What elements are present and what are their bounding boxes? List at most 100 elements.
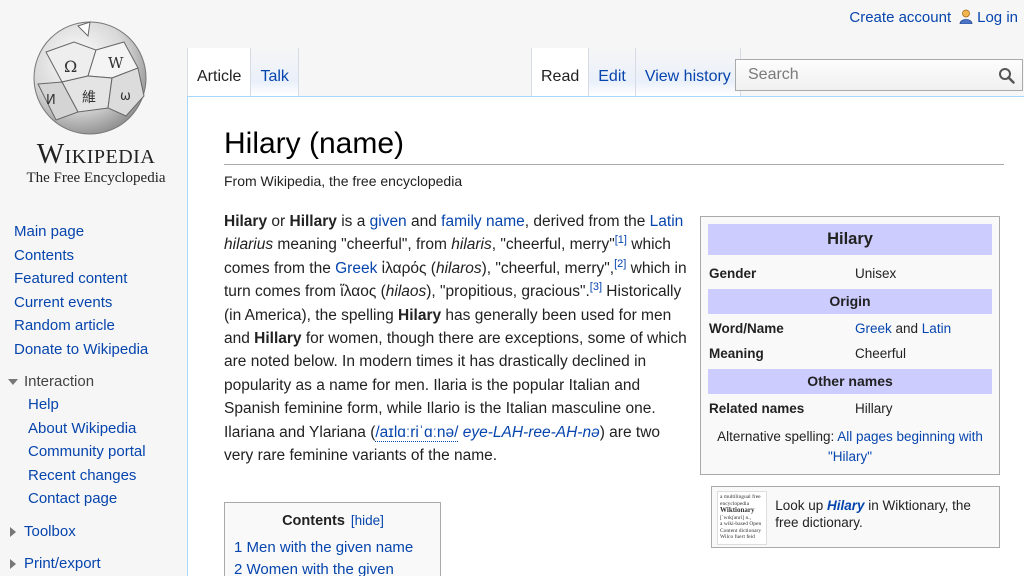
wordmark-tagline: The Free Encyclopedia — [26, 170, 166, 186]
text: ), "cheerful, merry", — [481, 259, 615, 277]
infobox-title: Hilary — [708, 224, 992, 255]
link-given-name[interactable]: given — [370, 213, 407, 230]
tab-view-history[interactable]: View history — [634, 48, 741, 96]
thumb-text: a wiki-based Open Content dictionary — [720, 521, 762, 534]
svg-text:Ω: Ω — [64, 57, 77, 76]
sidebar-item-contents[interactable]: Contents — [14, 247, 74, 264]
svg-text:ω: ω — [120, 89, 131, 104]
sidebar-item-main-page[interactable]: Main page — [14, 223, 84, 240]
sidebar-item-contact-page[interactable]: Contact page — [28, 490, 117, 507]
create-account-link[interactable]: Create account — [849, 9, 951, 26]
search-input[interactable] — [748, 66, 978, 84]
tab-talk[interactable]: Talk — [250, 48, 299, 96]
text: meaning "cheerful", from — [273, 236, 452, 254]
sidebar-item-random-article[interactable]: Random article — [14, 317, 115, 334]
infobox-value: Cheerful — [855, 346, 907, 361]
toc-list: 1 Men with the given name 2 Women with t… — [234, 537, 432, 576]
infobox: Hilary Gender Unisex Origin Word/Name Gr… — [700, 216, 1000, 475]
text: or — [267, 213, 290, 230]
thumb-text: Wiktionary — [720, 506, 755, 514]
infobox-value: Greek and Latin — [855, 321, 951, 336]
tab-edit-label: Edit — [598, 68, 626, 85]
infobox-all-pages-link[interactable]: All pages beginning with "Hilary" — [828, 429, 983, 464]
link-family-name[interactable]: family name — [441, 213, 525, 230]
infobox-alternative-spelling: Alternative spelling: All pages beginnin… — [708, 427, 992, 467]
sidebar-item-about[interactable]: About Wikipedia — [28, 420, 136, 437]
portal-print-export-toggle[interactable]: Print/export — [8, 553, 184, 575]
ipa-pronunciation-link[interactable]: /aɪlɑːriˈɑːnə/ — [375, 423, 459, 442]
tab-read-label: Read — [541, 68, 580, 85]
toc-title: Contents — [282, 513, 345, 529]
namespace-tabs: Article Talk — [187, 48, 299, 96]
wordmark-title: Wikipedia — [36, 138, 156, 170]
content-area: Hilary (name) From Wikipedia, the free e… — [187, 96, 1024, 576]
link-greek[interactable]: Greek — [335, 260, 377, 277]
page-title: Hilary (name) — [224, 127, 405, 160]
toc-item[interactable]: 2 Women with the given name — [234, 561, 394, 576]
infobox-row-related: Related names Hillary — [708, 396, 992, 421]
italic-term: hilaros — [435, 259, 482, 277]
italic-term: hilaos — [385, 283, 427, 301]
infobox-link-greek[interactable]: Greek — [855, 321, 892, 336]
portal-print-export: Print/export — [10, 553, 184, 575]
text: Alternative spelling: — [717, 429, 838, 444]
infobox-label: Related names — [709, 401, 805, 416]
tab-history-label: View history — [644, 68, 731, 85]
text: and — [891, 321, 922, 336]
toc-hide-toggle[interactable]: [hide] — [351, 513, 384, 528]
wordmark: Wikipedia The Free Encyclopedia — [16, 138, 176, 187]
search-icon[interactable] — [998, 67, 1015, 84]
view-tabs: Read Edit View history — [531, 48, 741, 96]
infobox-row-gender: Gender Unisex — [708, 261, 992, 286]
text: Look up — [775, 498, 828, 513]
sidebar: Main page Contents Featured content Curr… — [8, 220, 184, 575]
portal-toolbox-toggle[interactable]: Toolbox — [8, 521, 184, 543]
toc-item[interactable]: 1 Men with the given name — [234, 539, 413, 556]
link-latin[interactable]: Latin — [650, 213, 684, 230]
respelling-link[interactable]: eye-LAH-ree-AH-nə — [463, 424, 600, 441]
portal-interaction-toggle[interactable]: Interaction — [8, 371, 184, 393]
svg-text:И: И — [46, 93, 56, 108]
bold-term: Hillary — [289, 213, 337, 230]
svg-text:W: W — [108, 54, 124, 72]
sidebar-item-recent-changes[interactable]: Recent changes — [28, 467, 136, 484]
tab-article[interactable]: Article — [187, 48, 251, 96]
portal-toolbox: Toolbox — [10, 521, 184, 543]
reference-link-3[interactable]: [3] — [590, 281, 602, 293]
user-icon — [959, 9, 973, 24]
sidebar-item-community-portal[interactable]: Community portal — [28, 443, 146, 460]
collapsed-arrow-icon — [10, 526, 16, 537]
italic-term: hilarius — [224, 236, 274, 254]
portal-print-export-heading: Print/export — [24, 554, 101, 572]
infobox-section-origin: Origin — [708, 289, 992, 314]
reference-link-1[interactable]: [1] — [615, 234, 627, 246]
portal-interaction-heading: Interaction — [24, 373, 95, 390]
title-divider — [224, 164, 1004, 165]
text: , "cheerful, merry" — [491, 236, 615, 254]
bold-term: Hillary — [254, 330, 302, 348]
expanded-arrow-icon — [8, 379, 18, 385]
collapsed-arrow-icon — [10, 558, 16, 569]
wiktionary-logo[interactable]: a multilingual free encyclopedia Wiktion… — [717, 491, 768, 545]
text: and — [406, 213, 442, 230]
text: ἱλαρός ( — [377, 259, 436, 277]
puzzle-globe-icon: Ω W 維 И ω — [33, 21, 147, 135]
portal-toolbox-heading: Toolbox — [24, 522, 76, 540]
infobox-label: Gender — [709, 266, 757, 281]
reference-link-2[interactable]: [2] — [614, 258, 626, 270]
text: is a — [336, 213, 370, 230]
tab-article-label: Article — [197, 68, 242, 85]
wiktionary-text: Look up Hilary in Wiktionary, the free d… — [775, 491, 994, 543]
log-in-link[interactable]: Log in — [977, 9, 1018, 26]
sidebar-item-donate[interactable]: Donate to Wikipedia — [14, 341, 148, 358]
infobox-value: Unisex — [855, 266, 897, 281]
tab-read[interactable]: Read — [531, 48, 589, 96]
sidebar-item-help[interactable]: Help — [28, 396, 59, 413]
sidebar-item-current-events[interactable]: Current events — [14, 294, 112, 311]
wiktionary-link[interactable]: Hilary — [827, 498, 865, 513]
infobox-link-latin[interactable]: Latin — [922, 321, 951, 336]
tab-edit[interactable]: Edit — [588, 48, 635, 96]
table-of-contents: Contents [hide] 1 Men with the given name… — [224, 502, 441, 576]
sidebar-item-featured-content[interactable]: Featured content — [14, 270, 127, 287]
wikipedia-logo[interactable]: Ω W 維 И ω Wikipedia The Free Encyclopedi… — [0, 0, 185, 200]
